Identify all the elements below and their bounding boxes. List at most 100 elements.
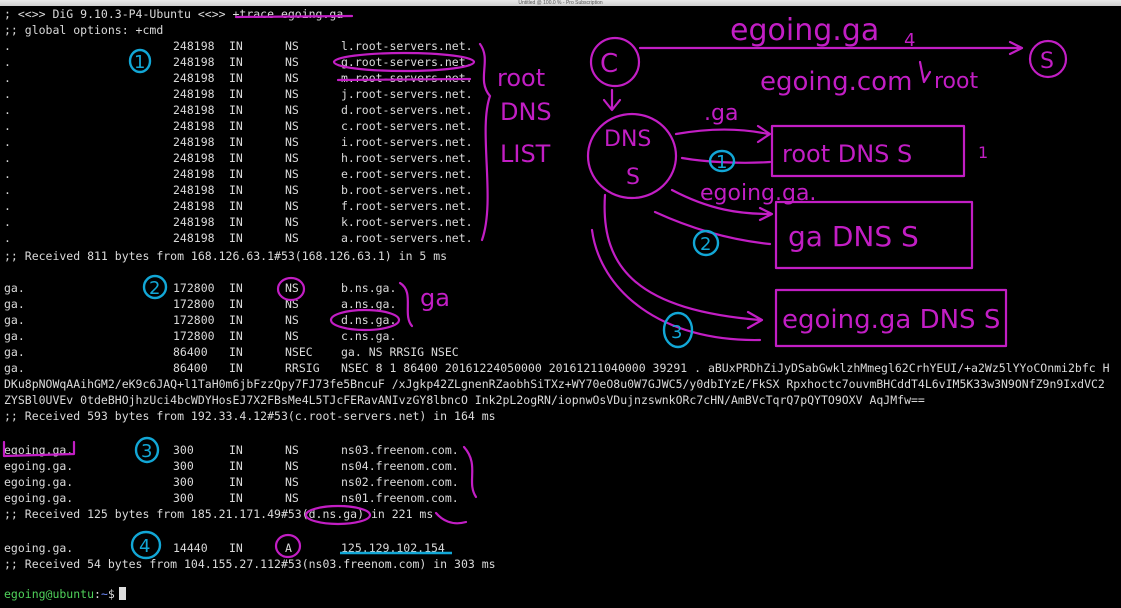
dig-banner: ; <<>> DiG 9.10.3-P4-Ubuntu <<>> +trace …: [4, 7, 344, 21]
record-type: NS: [285, 119, 299, 133]
record-data: l.root-servers.net.: [341, 39, 473, 53]
record-ttl: 300: [173, 459, 194, 473]
record-class: IN: [229, 361, 243, 375]
record-data: d.root-servers.net.: [341, 103, 473, 117]
record-class: IN: [229, 199, 243, 213]
record-class: IN: [229, 541, 243, 555]
record-type: RRSIG: [285, 361, 320, 375]
record-ttl: 248198: [173, 199, 215, 213]
record-ttl: 248198: [173, 103, 215, 117]
record-name: .: [4, 87, 11, 101]
record-class: IN: [229, 475, 243, 489]
record-data: ns02.freenom.com.: [341, 475, 459, 489]
record-ttl: 172800: [173, 281, 215, 295]
record-class: IN: [229, 119, 243, 133]
record-name: egoing.ga.: [4, 541, 74, 555]
record-class: IN: [229, 87, 243, 101]
record-type: NS: [285, 475, 299, 489]
record-ttl: 86400: [173, 345, 208, 359]
record-ttl: 248198: [173, 183, 215, 197]
record-class: IN: [229, 71, 243, 85]
record-ttl: 172800: [173, 297, 215, 311]
record-name: .: [4, 215, 11, 229]
record-type: NS: [285, 103, 299, 117]
record-type: NS: [285, 183, 299, 197]
record-data: a.ns.ga.: [341, 297, 397, 311]
record-type: NS: [285, 71, 299, 85]
record-ttl: 248198: [173, 87, 215, 101]
record-data: j.root-servers.net.: [341, 87, 473, 101]
record-ttl: 14440: [173, 541, 208, 555]
received-line-2: ;; Received 593 bytes from 192.33.4.12#5…: [4, 409, 496, 423]
record-name: egoing.ga.: [4, 475, 74, 489]
record-data: e.root-servers.net.: [341, 167, 473, 181]
record-class: IN: [229, 151, 243, 165]
record-class: IN: [229, 103, 243, 117]
rrsig-wrap-1: DKu8pNOWqAAihGM2/eK9c6JAQ+l1TaH0m6jbFzzQ…: [4, 377, 1105, 391]
record-ttl: 172800: [173, 313, 215, 327]
record-ttl: 248198: [173, 151, 215, 165]
record-ttl: 300: [173, 443, 194, 457]
received-line-3: ;; Received 125 bytes from 185.21.171.49…: [4, 507, 434, 521]
record-name: ga.: [4, 281, 25, 295]
terminal[interactable]: ; <<>> DiG 9.10.3-P4-Ubuntu <<>> +trace …: [4, 6, 1119, 606]
record-class: IN: [229, 231, 243, 245]
record-class: IN: [229, 135, 243, 149]
record-class: IN: [229, 443, 243, 457]
record-name: ga.: [4, 297, 25, 311]
prompt-symbol: $: [107, 587, 115, 601]
record-type: NS: [285, 297, 299, 311]
global-options: ;; global options: +cmd: [4, 23, 164, 37]
record-data: d.ns.ga.: [341, 313, 397, 327]
record-type: NS: [285, 87, 299, 101]
record-data: i.root-servers.net.: [341, 135, 473, 149]
record-type: NS: [285, 215, 299, 229]
record-name: .: [4, 55, 11, 69]
prompt-separator: :: [94, 587, 101, 601]
shell-prompt[interactable]: egoing@ubuntu:~$: [4, 586, 126, 602]
record-name: .: [4, 151, 11, 165]
record-data: b.root-servers.net.: [341, 183, 473, 197]
record-data: k.root-servers.net.: [341, 215, 473, 229]
received-line-1: ;; Received 811 bytes from 168.126.63.1#…: [4, 249, 448, 263]
record-name: .: [4, 183, 11, 197]
record-name: .: [4, 199, 11, 213]
record-class: IN: [229, 329, 243, 343]
record-name: .: [4, 119, 11, 133]
record-type: NS: [285, 459, 299, 473]
record-ttl: 248198: [173, 39, 215, 53]
record-class: IN: [229, 281, 243, 295]
rrsig-wrap-2: ZYSBl0UVEv 0tdeBHOjhzUci4bcWDYHosEJ7X2FB…: [4, 393, 925, 407]
record-name: ga.: [4, 345, 25, 359]
record-class: IN: [229, 297, 243, 311]
record-type: NS: [285, 313, 299, 327]
record-type: NS: [285, 55, 299, 69]
record-type: NS: [285, 231, 299, 245]
text-cursor: [118, 587, 126, 600]
record-type: NS: [285, 135, 299, 149]
record-type: NS: [285, 329, 299, 343]
record-name: .: [4, 167, 11, 181]
record-class: IN: [229, 345, 243, 359]
record-name: .: [4, 103, 11, 117]
prompt-user-host: egoing@ubuntu: [4, 587, 95, 601]
record-class: IN: [229, 215, 243, 229]
record-data: NSEC 8 1 86400 20161224050000 2016121104…: [341, 361, 1110, 375]
record-ttl: 248198: [173, 55, 215, 69]
received-line-4: ;; Received 54 bytes from 104.155.27.112…: [4, 557, 496, 571]
record-type: A: [285, 541, 292, 555]
record-name: egoing.ga.: [4, 491, 74, 505]
record-ttl: 248198: [173, 71, 215, 85]
record-ttl: 248198: [173, 215, 215, 229]
record-name: .: [4, 39, 11, 53]
record-name: .: [4, 135, 11, 149]
record-ttl: 248198: [173, 119, 215, 133]
record-data: c.root-servers.net.: [341, 119, 473, 133]
record-class: IN: [229, 55, 243, 69]
record-ttl: 248198: [173, 135, 215, 149]
record-data: g.root-servers.net.: [341, 55, 473, 69]
record-data: h.root-servers.net.: [341, 151, 473, 165]
record-name: ga.: [4, 361, 25, 375]
record-name: .: [4, 71, 11, 85]
record-class: IN: [229, 39, 243, 53]
